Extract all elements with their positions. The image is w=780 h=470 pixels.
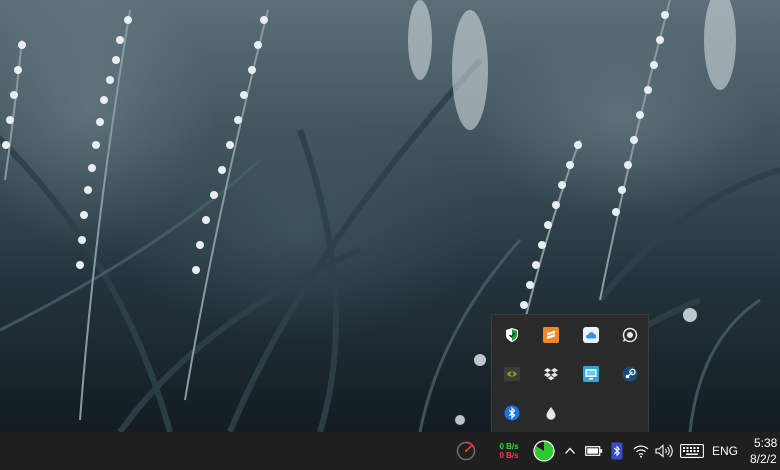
network-meter[interactable]: 0 B/s 0 B/s [494, 432, 524, 470]
wifi-icon [633, 445, 649, 458]
battery-indicator[interactable] [583, 432, 605, 470]
tray-item-dropbox[interactable] [532, 354, 572, 393]
battery-icon [585, 446, 603, 456]
bluetooth-icon [504, 405, 520, 420]
dropbox-icon [544, 367, 559, 380]
clock-date: 8/2/2 [750, 452, 777, 466]
tray-item-headset[interactable] [611, 315, 651, 354]
tray-item-droplet[interactable] [532, 393, 572, 432]
show-hidden-icons-button[interactable] [560, 432, 580, 470]
desktop-wallpaper [0, 0, 780, 432]
tray-item-steam[interactable] [611, 354, 651, 393]
sublime-text-icon [543, 326, 560, 343]
tray-empty-slot [611, 393, 651, 432]
droplet-icon [546, 406, 556, 420]
nvidia-icon [503, 366, 520, 381]
volume-control[interactable] [653, 432, 675, 470]
touch-keyboard-button[interactable] [677, 432, 707, 470]
steam-icon [622, 366, 638, 381]
wallpaper-flowers [0, 0, 780, 432]
tray-item-windows-security[interactable] [492, 315, 532, 354]
tray-item-monitor-app[interactable] [571, 354, 611, 393]
icloud-icon [582, 326, 599, 343]
speaker-icon [655, 444, 673, 458]
network-wifi-indicator[interactable] [630, 432, 652, 470]
headset-icon [623, 327, 638, 342]
cpu-meter[interactable] [452, 432, 480, 470]
tray-item-icloud[interactable] [571, 315, 611, 354]
upload-speed: 0 B/s [499, 442, 519, 451]
cpu-meter-icon [456, 441, 476, 461]
tray-item-nvidia[interactable] [492, 354, 532, 393]
monitor-app-icon [582, 365, 599, 382]
tray-item-sublime-text[interactable] [532, 315, 572, 354]
clock-time: 5:38 / [754, 436, 780, 450]
bluetooth-device-indicator[interactable] [607, 432, 627, 470]
chevron-up-icon [565, 447, 575, 454]
keyboard-icon [680, 444, 704, 458]
clock-button[interactable]: 5:38 / 8/2/2 [748, 432, 780, 470]
windows-security-icon [505, 327, 518, 342]
tray-overflow-flyout [491, 314, 649, 432]
language-indicator: ENG [711, 444, 738, 458]
tray-empty-slot [571, 393, 611, 432]
download-speed: 0 B/s [499, 451, 519, 460]
taskbar: 0 B/s 0 B/s ENG 5:38 8/2/2 [0, 432, 780, 470]
memory-meter[interactable] [531, 432, 557, 470]
tray-item-bluetooth[interactable] [492, 393, 532, 432]
memory-pie-icon [533, 440, 555, 462]
tray-overflow-grid [492, 315, 650, 433]
bluetooth-device-icon [611, 442, 623, 460]
input-language-button[interactable]: ENG [709, 432, 741, 470]
